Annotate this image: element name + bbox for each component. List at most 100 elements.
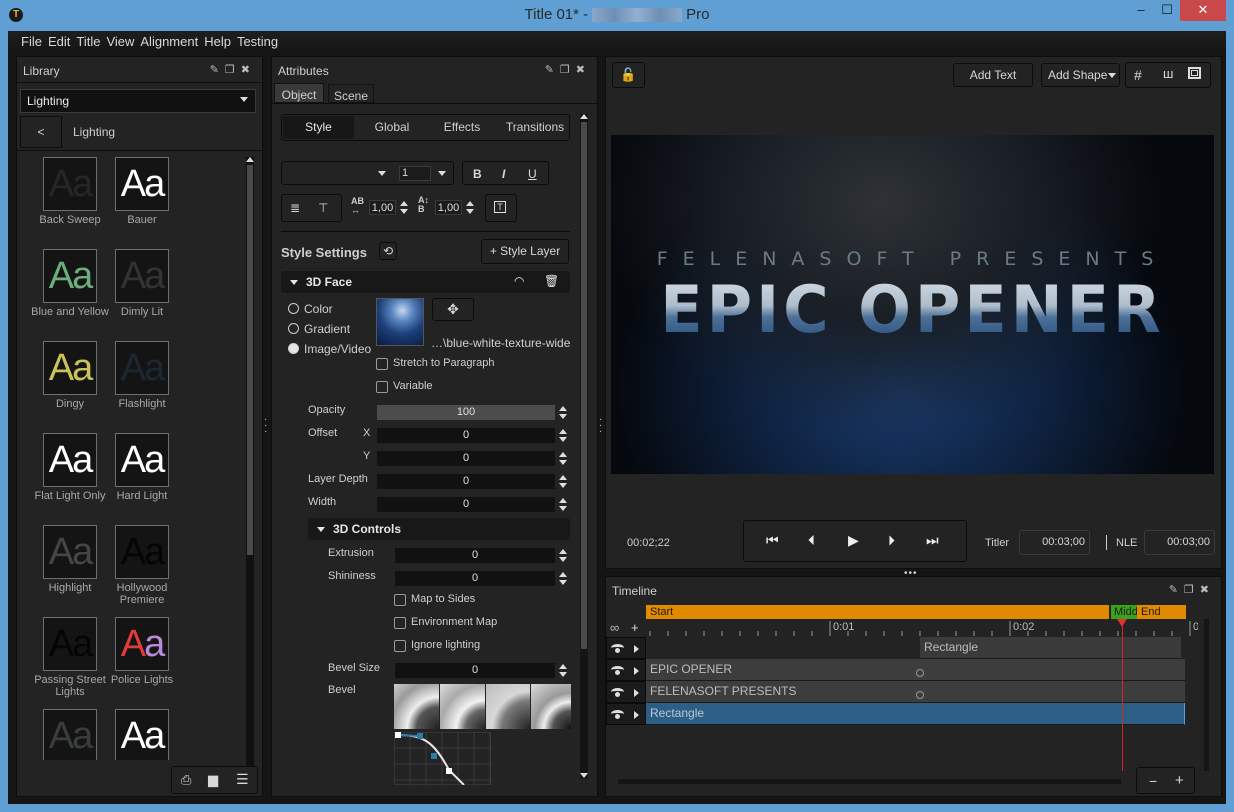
- timeline-ruler[interactable]: 0:01 0:02 0: [646, 619, 1198, 637]
- tab-object[interactable]: Object: [274, 83, 324, 103]
- underline-button[interactable]: U: [528, 167, 537, 181]
- opacity-slider[interactable]: 100: [377, 405, 555, 420]
- titler-duration-field[interactable]: 00:03;00: [1019, 530, 1090, 555]
- skip-to-end-icon[interactable]: ⏭: [926, 532, 939, 549]
- pin-icon[interactable]: ✎: [1169, 584, 1184, 596]
- track-clip[interactable]: Rectangle: [920, 637, 1181, 659]
- menu-alignment[interactable]: Alignment: [137, 31, 201, 49]
- tracking-spinner[interactable]: [399, 200, 409, 215]
- curve-point[interactable]: [395, 732, 401, 738]
- library-preset-item[interactable]: Aa: [31, 709, 109, 760]
- keyframe-marker[interactable]: [916, 669, 924, 677]
- scroll-thumb[interactable]: [247, 165, 253, 555]
- float-icon[interactable]: ❐: [225, 64, 241, 76]
- menu-title[interactable]: Title: [73, 31, 103, 49]
- play-icon[interactable]: ▶: [848, 532, 859, 549]
- library-preset-item[interactable]: Aa Bauer: [103, 157, 181, 226]
- bevel-size-spinner[interactable]: [558, 663, 568, 678]
- track-clip[interactable]: Rectangle: [646, 703, 1185, 725]
- library-preset-item[interactable]: Aa Police Lights: [103, 617, 181, 686]
- 3d-face-section-header[interactable]: 3D Face ◠ 🗑: [281, 271, 570, 293]
- curve-handle[interactable]: [431, 753, 437, 759]
- fill-image-radio[interactable]: [288, 343, 299, 354]
- curve-handle[interactable]: [417, 733, 423, 739]
- marker-start[interactable]: Start: [646, 605, 1109, 619]
- extrusion-field[interactable]: 0: [395, 548, 555, 563]
- library-preset-item[interactable]: Aa Dingy: [31, 341, 109, 410]
- 3d-controls-section-header[interactable]: 3D Controls: [308, 518, 570, 540]
- scroll-thumb[interactable]: [581, 122, 587, 649]
- move-texture-button[interactable]: ✥: [432, 298, 474, 321]
- offset-y-field[interactable]: 0: [377, 451, 555, 466]
- expand-triangle-icon[interactable]: [634, 645, 639, 653]
- reset-style-button[interactable]: ⟲: [379, 242, 397, 260]
- grid-icon[interactable]: #: [1134, 67, 1142, 83]
- step-forward-icon[interactable]: ⏵: [888, 532, 895, 549]
- close-panel-icon[interactable]: ✖: [1200, 584, 1215, 596]
- library-scrollbar[interactable]: [246, 157, 254, 782]
- italic-button[interactable]: I: [502, 167, 505, 181]
- playhead[interactable]: [1116, 619, 1127, 771]
- library-preset-item[interactable]: Aa: [103, 709, 181, 760]
- playhead-handle[interactable]: [1116, 619, 1127, 627]
- font-size-field[interactable]: 1: [399, 166, 431, 181]
- attributes-scrollbar[interactable]: [580, 114, 588, 779]
- opacity-spinner[interactable]: [558, 405, 568, 420]
- float-icon[interactable]: ❐: [1184, 584, 1200, 596]
- menu-file[interactable]: File: [18, 31, 45, 49]
- align-justify-icon[interactable]: ≣: [290, 201, 300, 215]
- library-preset-item[interactable]: Aa Dimly Lit: [103, 249, 181, 318]
- menu-edit[interactable]: Edit: [45, 31, 73, 49]
- add-track-icon[interactable]: +: [631, 620, 639, 635]
- tab-scene[interactable]: Scene: [328, 84, 374, 103]
- leading-field[interactable]: 1,00: [435, 200, 462, 215]
- library-preset-item[interactable]: Aa Flashlight: [103, 341, 181, 410]
- close-panel-icon[interactable]: ✖: [241, 64, 256, 76]
- leading-spinner[interactable]: [465, 200, 475, 215]
- vertical-align-top-icon[interactable]: ⊤: [318, 201, 328, 215]
- offset-y-spinner[interactable]: [558, 451, 568, 466]
- stretch-checkbox[interactable]: [376, 358, 388, 370]
- shininess-spinner[interactable]: [558, 571, 568, 586]
- new-folder-icon[interactable]: ▆: [208, 772, 218, 788]
- skip-to-start-icon[interactable]: ⏮: [766, 532, 779, 549]
- track-clip[interactable]: FELENASOFT PRESENTS: [646, 681, 1185, 703]
- subtitle-text[interactable]: FELENASOFT PRESENTS: [611, 248, 1214, 270]
- bevel-preset-3[interactable]: [485, 684, 532, 729]
- bevel-size-field[interactable]: 0: [395, 663, 555, 678]
- horizontal-scrollbar[interactable]: [618, 779, 1121, 784]
- library-preset-item[interactable]: Aa Passing Street Lights: [31, 617, 109, 698]
- subtab-transitions[interactable]: Transitions: [502, 116, 568, 139]
- library-category-dropdown[interactable]: Lighting: [20, 89, 256, 113]
- zoom-in-button[interactable]: +: [1175, 772, 1184, 789]
- subtab-global[interactable]: Global: [362, 116, 422, 139]
- add-shape-button[interactable]: Add Shape: [1041, 63, 1120, 87]
- delete-trash-icon[interactable]: 🗑: [544, 274, 559, 288]
- bold-button[interactable]: B: [473, 167, 482, 181]
- lock-button[interactable]: 🔓: [612, 62, 645, 88]
- scroll-down-arrow[interactable]: [580, 773, 588, 778]
- bevel-preset-2[interactable]: [439, 684, 486, 729]
- library-preset-item[interactable]: Aa Hollywood Premiere: [103, 525, 181, 606]
- library-preset-item[interactable]: Aa Back Sweep: [31, 157, 109, 226]
- pin-icon[interactable]: ✎: [545, 64, 560, 76]
- fill-gradient-radio[interactable]: [288, 323, 299, 334]
- tracking-field[interactable]: 1,00: [369, 200, 396, 215]
- library-preset-item[interactable]: Aa Hard Light: [103, 433, 181, 502]
- width-spinner[interactable]: [558, 497, 568, 512]
- offset-x-field[interactable]: 0: [377, 428, 555, 443]
- texture-thumbnail[interactable]: [376, 298, 424, 346]
- expand-triangle-icon[interactable]: [634, 711, 639, 719]
- library-back-button[interactable]: <: [20, 116, 62, 148]
- timeline-vscrollbar[interactable]: [1204, 619, 1209, 771]
- menu-help[interactable]: Help: [201, 31, 234, 49]
- expand-triangle-icon[interactable]: [634, 689, 639, 697]
- safe-area-icon[interactable]: [1188, 67, 1201, 79]
- ignore-lighting-checkbox[interactable]: [394, 640, 406, 652]
- add-style-layer-button[interactable]: + Style Layer: [481, 239, 569, 264]
- bevel-preset-4[interactable]: [531, 684, 571, 729]
- extrusion-spinner[interactable]: [558, 548, 568, 563]
- bevel-preset-1[interactable]: [394, 684, 440, 729]
- subtab-effects[interactable]: Effects: [432, 116, 492, 139]
- visibility-eye-icon[interactable]: ◠: [514, 274, 524, 288]
